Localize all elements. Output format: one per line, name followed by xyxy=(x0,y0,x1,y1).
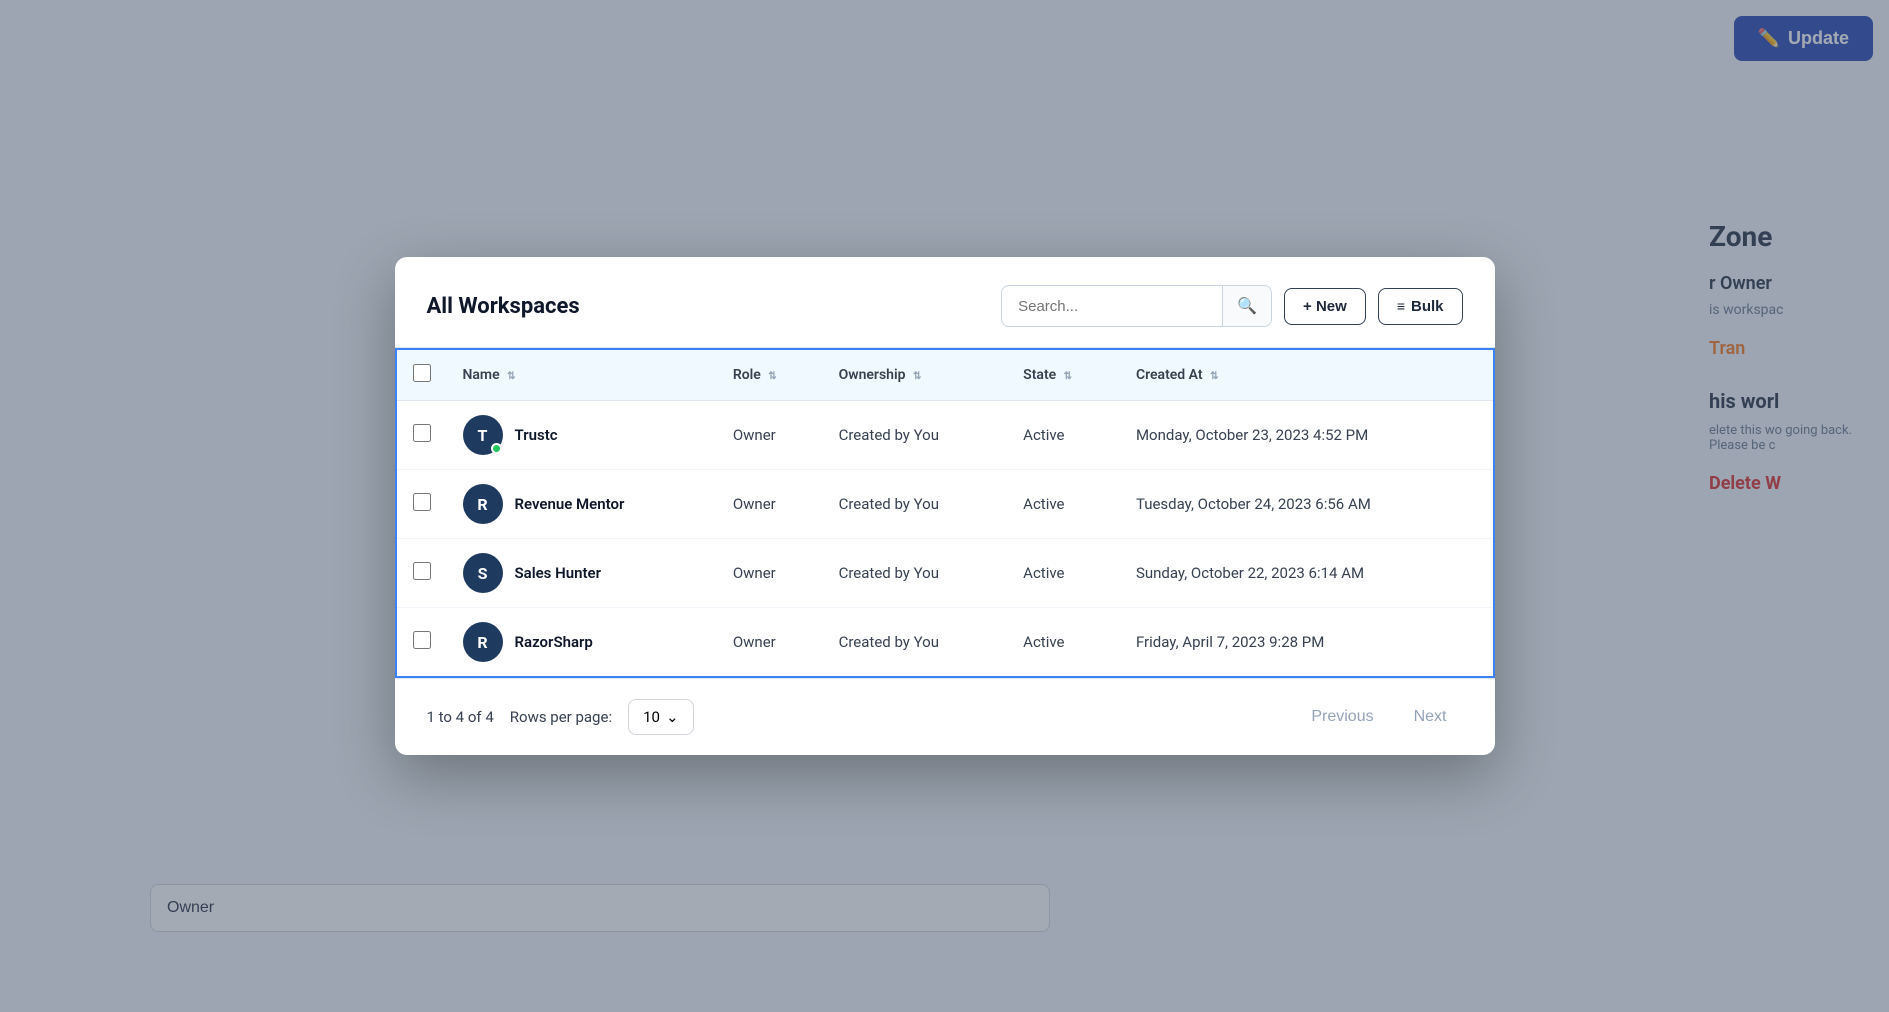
modal-actions: 🔍 + New ≡ Bulk xyxy=(1001,285,1462,327)
layers-icon: ≡ xyxy=(1397,298,1405,314)
pagination-info: 1 to 4 of 4 Rows per page: 10 ⌄ xyxy=(427,699,694,735)
row-checkbox-cell[interactable] xyxy=(396,608,447,678)
search-icon: 🔍 xyxy=(1237,298,1257,315)
bulk-button-label: Bulk xyxy=(1411,298,1444,315)
workspace-name-1: Revenue Mentor xyxy=(515,495,625,513)
name-sort-icon: ⇅ xyxy=(507,371,515,382)
workspaces-modal: All Workspaces 🔍 + New ≡ Bulk xyxy=(395,257,1495,755)
rows-chevron-down-icon: ⌄ xyxy=(666,708,679,726)
row-name-cell-2: S Sales Hunter xyxy=(447,539,717,608)
workspaces-table: Name ⇅ Role ⇅ Ownership ⇅ State xyxy=(395,348,1495,678)
workspace-name-0: Trustc xyxy=(515,426,558,444)
row-state-1: Active xyxy=(1007,470,1120,539)
table-container: Name ⇅ Role ⇅ Ownership ⇅ State xyxy=(395,348,1495,678)
row-checkbox-cell[interactable] xyxy=(396,539,447,608)
new-button-label: + New xyxy=(1303,298,1347,315)
previous-button[interactable]: Previous xyxy=(1295,700,1389,734)
next-button[interactable]: Next xyxy=(1398,700,1463,734)
table-row: R RazorSharp Owner Created by You Active… xyxy=(396,608,1494,678)
row-checkbox-2[interactable] xyxy=(413,562,431,580)
row-state-2: Active xyxy=(1007,539,1120,608)
avatar-0: T xyxy=(463,415,503,455)
rows-per-page-value: 10 xyxy=(643,708,660,726)
role-sort-icon: ⇅ xyxy=(768,371,776,382)
row-checkbox-cell[interactable] xyxy=(396,470,447,539)
avatar-1: R xyxy=(463,484,503,524)
row-role-2: Owner xyxy=(717,539,823,608)
state-sort-icon: ⇅ xyxy=(1064,371,1072,382)
modal-header: All Workspaces 🔍 + New ≡ Bulk xyxy=(395,257,1495,348)
row-role-0: Owner xyxy=(717,401,823,470)
workspace-name-2: Sales Hunter xyxy=(515,564,602,582)
row-ownership-2: Created by You xyxy=(823,539,1008,608)
row-checkbox-cell[interactable] xyxy=(396,401,447,470)
name-header[interactable]: Name ⇅ xyxy=(447,349,717,401)
row-created-at-1: Tuesday, October 24, 2023 6:56 AM xyxy=(1120,470,1494,539)
avatar-2: S xyxy=(463,553,503,593)
workspace-name-3: RazorSharp xyxy=(515,633,593,651)
bulk-button[interactable]: ≡ Bulk xyxy=(1378,288,1463,325)
row-role-3: Owner xyxy=(717,608,823,678)
created-at-sort-icon: ⇅ xyxy=(1210,371,1218,382)
pagination-nav: Previous Next xyxy=(1295,700,1462,734)
role-header[interactable]: Role ⇅ xyxy=(717,349,823,401)
modal-backdrop: All Workspaces 🔍 + New ≡ Bulk xyxy=(0,0,1889,1012)
row-name-cell-1: R Revenue Mentor xyxy=(447,470,717,539)
online-dot xyxy=(491,443,502,454)
new-button[interactable]: + New xyxy=(1284,288,1366,325)
state-header[interactable]: State ⇅ xyxy=(1007,349,1120,401)
table-header-row: Name ⇅ Role ⇅ Ownership ⇅ State xyxy=(396,349,1494,401)
rows-per-page-label: Rows per page: xyxy=(510,708,612,726)
row-role-1: Owner xyxy=(717,470,823,539)
avatar-3: R xyxy=(463,622,503,662)
table-row: T Trustc Owner Created by You Active Mon… xyxy=(396,401,1494,470)
row-created-at-0: Monday, October 23, 2023 4:52 PM xyxy=(1120,401,1494,470)
row-ownership-3: Created by You xyxy=(823,608,1008,678)
search-input[interactable] xyxy=(1002,288,1222,325)
table-body: T Trustc Owner Created by You Active Mon… xyxy=(396,401,1494,678)
row-created-at-3: Friday, April 7, 2023 9:28 PM xyxy=(1120,608,1494,678)
select-all-header[interactable] xyxy=(396,349,447,401)
search-container: 🔍 xyxy=(1001,285,1272,327)
created-at-header[interactable]: Created At ⇅ xyxy=(1120,349,1494,401)
ownership-header[interactable]: Ownership ⇅ xyxy=(823,349,1008,401)
table-row: S Sales Hunter Owner Created by You Acti… xyxy=(396,539,1494,608)
rows-per-page-select[interactable]: 10 ⌄ xyxy=(628,699,693,735)
row-name-cell-0: T Trustc xyxy=(447,401,717,470)
row-name-cell-3: R RazorSharp xyxy=(447,608,717,678)
pagination-text: 1 to 4 of 4 xyxy=(427,708,494,726)
row-checkbox-3[interactable] xyxy=(413,631,431,649)
row-state-3: Active xyxy=(1007,608,1120,678)
row-checkbox-0[interactable] xyxy=(413,424,431,442)
row-created-at-2: Sunday, October 22, 2023 6:14 AM xyxy=(1120,539,1494,608)
row-state-0: Active xyxy=(1007,401,1120,470)
ownership-sort-icon: ⇅ xyxy=(913,371,921,382)
row-ownership-1: Created by You xyxy=(823,470,1008,539)
modal-footer: 1 to 4 of 4 Rows per page: 10 ⌄ Previous… xyxy=(395,678,1495,755)
row-checkbox-1[interactable] xyxy=(413,493,431,511)
search-button[interactable]: 🔍 xyxy=(1222,286,1271,326)
row-ownership-0: Created by You xyxy=(823,401,1008,470)
table-row: R Revenue Mentor Owner Created by You Ac… xyxy=(396,470,1494,539)
select-all-checkbox[interactable] xyxy=(413,364,431,382)
modal-title: All Workspaces xyxy=(427,294,580,319)
